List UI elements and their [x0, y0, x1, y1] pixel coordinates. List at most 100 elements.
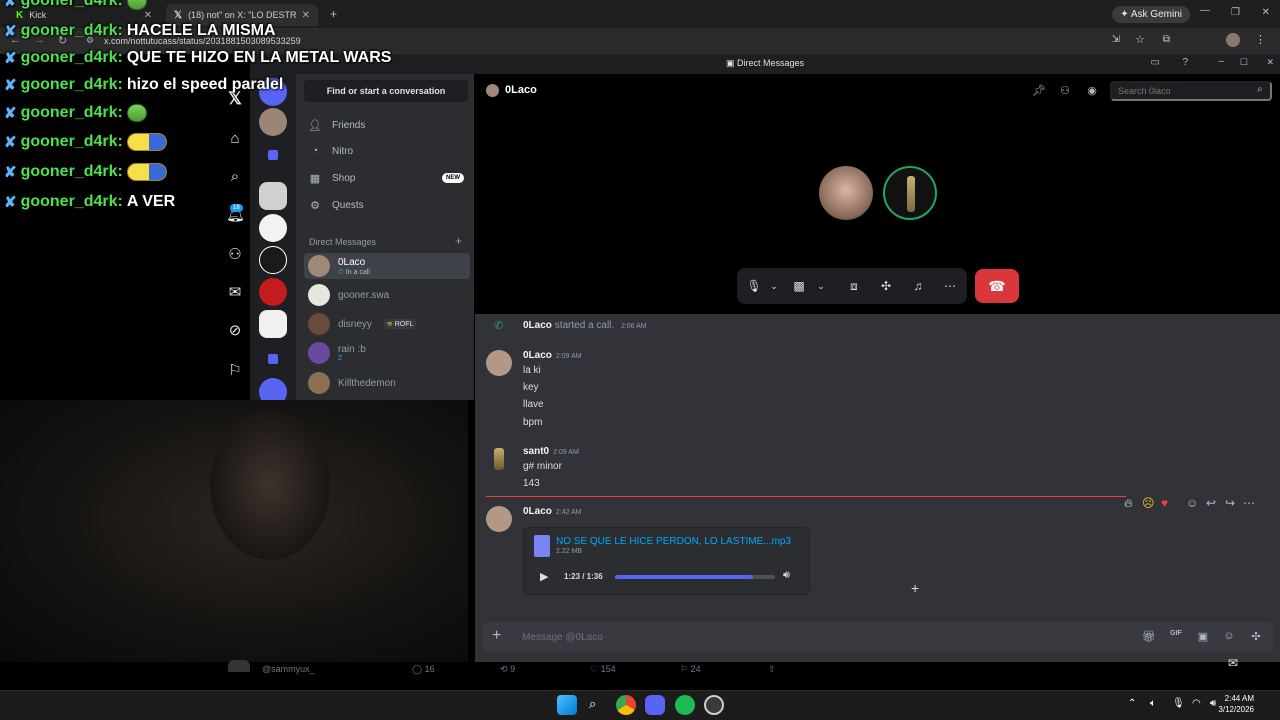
grok-icon[interactable]: ⊘	[226, 322, 244, 340]
post-handle[interactable]: @sammyux_	[262, 664, 315, 674]
dm-item-rain[interactable]: rain :b Z	[304, 340, 470, 366]
profile-avatar[interactable]	[1226, 33, 1240, 47]
search-icon[interactable]: ⌕	[589, 696, 596, 712]
repost-button[interactable]: ⟲ 9	[500, 664, 515, 675]
create-dm-icon[interactable]: +	[455, 234, 462, 248]
soundboard-icon[interactable]: ♫	[909, 278, 927, 294]
search-icon[interactable]: ⌕	[226, 168, 244, 186]
share-icon[interactable]: ⇧	[768, 664, 776, 675]
start-icon[interactable]	[557, 695, 577, 715]
maximize-icon[interactable]: ☐	[1240, 57, 1248, 68]
install-icon[interactable]: ⇲	[1112, 34, 1120, 45]
wifi-icon[interactable]: ◠	[1192, 698, 1201, 709]
like-button[interactable]: ♡ 154	[590, 664, 616, 675]
system-user[interactable]: 0Laco	[523, 320, 552, 331]
message-avatar[interactable]	[486, 506, 512, 532]
mic-icon[interactable]: 🎙︎	[1172, 698, 1185, 709]
author-name[interactable]: 0Laco	[523, 506, 552, 517]
extensions-icon[interactable]: ⧉	[1163, 34, 1170, 45]
fire-reaction-icon[interactable]: 🔥︎	[1124, 496, 1133, 511]
upload-plus-icon[interactable]: +	[492, 627, 501, 645]
reply-icon[interactable]: ↩	[1206, 496, 1216, 510]
search-input[interactable]	[1110, 81, 1272, 101]
more-options-icon[interactable]: ⋯	[941, 278, 959, 294]
add-reaction-icon[interactable]: ☺	[1186, 496, 1198, 510]
messages-icon[interactable]: ✉	[226, 284, 244, 302]
folder-icon[interactable]	[268, 150, 278, 160]
menu-dots-icon[interactable]: ⋮	[1255, 33, 1266, 46]
author-name[interactable]: sant0	[523, 446, 549, 457]
apps-icon[interactable]: ✣	[1249, 630, 1263, 643]
server-avatar[interactable]	[259, 310, 287, 338]
spotify-icon[interactable]	[675, 695, 695, 715]
emoji-icon[interactable]: ☺	[1222, 630, 1236, 642]
chevron-down-icon[interactable]: ⌄	[765, 278, 783, 294]
chevron-down-icon[interactable]: ⌄	[812, 278, 830, 294]
new-tab-icon[interactable]: +	[330, 7, 337, 21]
chevron-up-icon[interactable]: ⌃	[1128, 698, 1136, 709]
window-close-icon[interactable]: ✕	[1262, 7, 1270, 18]
bookmark-star-icon[interactable]: ☆	[1135, 33, 1145, 46]
window-minimize-icon[interactable]: —	[1200, 5, 1210, 16]
hang-up-button[interactable]: ☎	[975, 269, 1019, 303]
participant-avatar-sant0[interactable]	[883, 166, 937, 220]
close-icon[interactable]: ✕	[1266, 57, 1274, 68]
home-icon[interactable]: ⌂	[226, 130, 244, 148]
gif-icon[interactable]: GIF	[1169, 630, 1183, 637]
volume-icon[interactable]: 🔊︎	[783, 569, 790, 582]
close-icon[interactable]: ✕	[144, 10, 152, 21]
pin-icon[interactable]: 📌︎	[1032, 84, 1046, 98]
server-avatar[interactable]	[259, 108, 287, 136]
server-avatar[interactable]	[259, 182, 287, 210]
play-button[interactable]: ▶	[540, 570, 548, 583]
ask-gemini-button[interactable]: ✦ Ask Gemini	[1112, 6, 1190, 23]
window-maximize-icon[interactable]: ❐	[1231, 7, 1240, 18]
clock[interactable]: 2:44 AM 3/12/2026	[1218, 693, 1254, 715]
heart-reaction-icon[interactable]: ♥	[1161, 496, 1168, 510]
minimize-icon[interactable]: –	[1218, 56, 1224, 67]
messages-drawer-icon[interactable]: ✉	[1228, 656, 1238, 670]
discord-icon[interactable]	[645, 695, 665, 715]
forward-icon[interactable]: ↪	[1225, 496, 1235, 510]
dm-item-killthedemon[interactable]: Killthedemon	[304, 370, 470, 396]
nav-nitro[interactable]: ◔ Nitro	[308, 141, 464, 161]
dm-item-disneyy[interactable]: disneyy ≋ ROFL	[304, 311, 470, 337]
help-icon[interactable]: ?	[1182, 57, 1188, 68]
server-avatar[interactable]	[259, 278, 287, 306]
nav-friends[interactable]: 👤︎ Friends	[308, 115, 464, 135]
folder-icon[interactable]	[268, 354, 278, 364]
nav-shop[interactable]: ▦ Shop NEW	[308, 168, 464, 188]
reply-button[interactable]: ◯ 16	[412, 664, 435, 675]
find-conversation-button[interactable]: Find or start a conversation	[304, 80, 468, 102]
close-icon[interactable]: ✕	[302, 10, 310, 21]
profile-icon[interactable]: ◉	[1085, 84, 1099, 98]
app-icon[interactable]	[704, 695, 724, 715]
server-avatar[interactable]	[259, 246, 287, 274]
speaker-icon[interactable]: 🔈︎	[1150, 698, 1156, 709]
dm-item-gooner-swa[interactable]: gooner.swa	[304, 282, 470, 308]
bookmarks-icon[interactable]: ⚐	[226, 362, 244, 380]
server-avatar[interactable]	[259, 214, 287, 242]
activities-icon[interactable]: ✣	[877, 278, 895, 294]
mic-icon[interactable]: 🎙︎	[745, 278, 763, 294]
volume-icon[interactable]: 🔊︎	[1210, 698, 1216, 709]
inbox-icon[interactable]: ▭	[1151, 57, 1160, 68]
sticker-icon[interactable]: ▣	[1196, 630, 1210, 643]
message-input[interactable]	[522, 630, 922, 644]
screen-share-icon[interactable]: ⧈	[845, 278, 863, 294]
chrome-icon[interactable]	[616, 695, 636, 715]
crying-reaction-icon[interactable]: ☹	[1142, 496, 1155, 510]
dm-item-0laco[interactable]: 0Laco ✆ In a call	[304, 253, 470, 279]
message-avatar[interactable]	[494, 448, 504, 470]
camera-off-icon[interactable]: ▩	[790, 278, 808, 294]
more-icon[interactable]: ⋯	[1243, 496, 1255, 510]
participant-avatar-0laco[interactable]	[819, 166, 873, 220]
follow-icon[interactable]: ⚇	[226, 246, 244, 264]
add-friends-icon[interactable]: ⚇	[1058, 84, 1072, 98]
gift-icon[interactable]: 🎁︎	[1142, 630, 1156, 643]
bookmark-button[interactable]: ⚐ 24	[680, 664, 701, 675]
author-name[interactable]: 0Laco	[523, 350, 552, 361]
nav-quests[interactable]: ⚙ Quests	[308, 195, 464, 215]
message-avatar[interactable]	[486, 350, 512, 376]
file-name-link[interactable]: NO SE QUE LE HICE PERDON, LO LASTIME...m…	[556, 536, 791, 547]
